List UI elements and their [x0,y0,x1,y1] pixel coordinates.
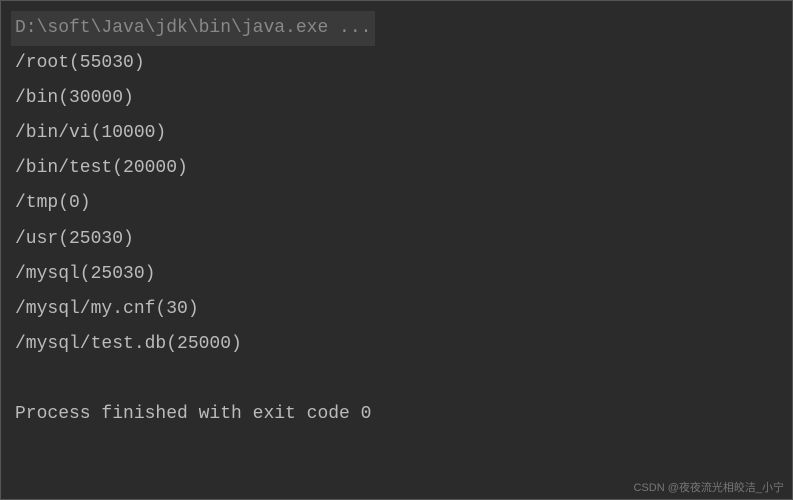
watermark: CSDN @夜夜流光相皎洁_小宁 [633,479,784,495]
command-text: D:\soft\Java\jdk\bin\java.exe ... [11,11,375,46]
output-line: /mysql(25030) [15,257,778,292]
output-line: /root(55030) [15,46,778,81]
output-line: /usr(25030) [15,222,778,257]
blank-line [15,362,778,397]
console-output: D:\soft\Java\jdk\bin\java.exe ... /root(… [1,1,792,442]
output-line: /mysql/test.db(25000) [15,327,778,362]
output-line: /bin(30000) [15,81,778,116]
output-line: /tmp(0) [15,186,778,221]
output-line: /bin/test(20000) [15,151,778,186]
output-line: /bin/vi(10000) [15,116,778,151]
output-line: /mysql/my.cnf(30) [15,292,778,327]
command-line: D:\soft\Java\jdk\bin\java.exe ... [15,11,778,46]
exit-message: Process finished with exit code 0 [15,397,778,432]
